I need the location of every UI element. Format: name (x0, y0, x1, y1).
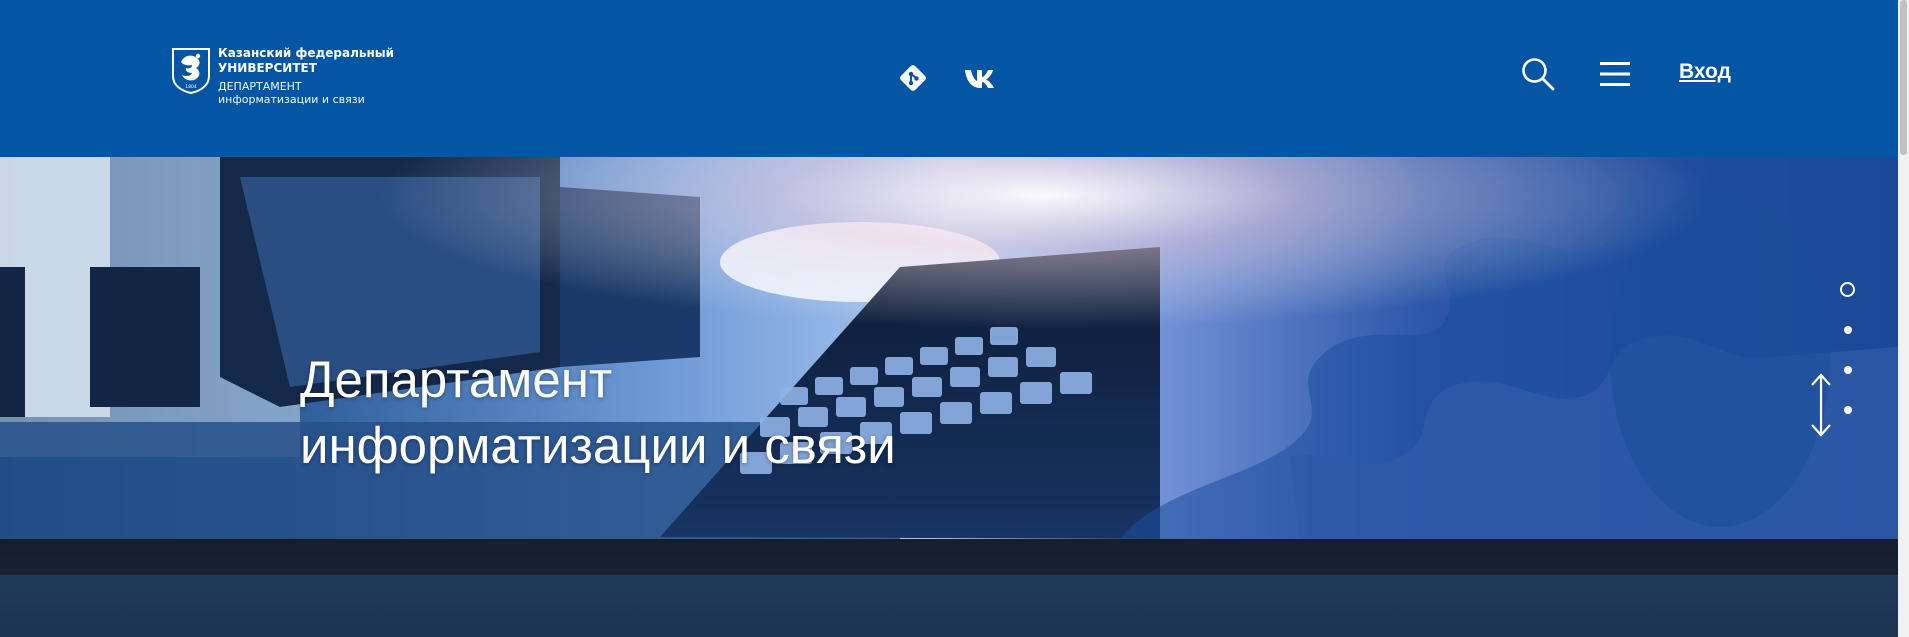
kfu-leopard-emblem-icon: 1804 (172, 48, 210, 94)
section-divider (0, 539, 1898, 575)
hero-background-image (0, 157, 1898, 539)
site-logo[interactable]: 1804 Казанский федеральный УНИВЕРСИТЕТ Д… (170, 46, 394, 110)
menu-button[interactable] (1597, 56, 1633, 92)
page-scrollbar[interactable] (1898, 0, 1909, 637)
logo-department-name: информатизации и связи (218, 93, 365, 106)
site-header: 1804 Казанский федеральный УНИВЕРСИТЕТ Д… (0, 0, 1898, 157)
logo-university-name: Казанский федеральный (218, 46, 395, 60)
slider-dot[interactable] (1844, 406, 1852, 414)
slider-dot-active[interactable] (1840, 282, 1855, 297)
git-link[interactable] (895, 62, 931, 94)
vk-icon (965, 70, 994, 88)
logo-university-word: УНИВЕРСИТЕТ (218, 61, 317, 75)
search-button[interactable] (1520, 56, 1556, 92)
scroll-arrows-icon[interactable] (1808, 372, 1834, 438)
hero-title-line1: Департамент (300, 351, 613, 408)
vk-link[interactable] (963, 62, 999, 94)
login-link[interactable]: Вход (1679, 60, 1731, 84)
hero-title-line2: информатизации и связи (300, 417, 896, 474)
hero-banner: Департамент информатизации и связи (0, 157, 1898, 539)
search-icon (1522, 58, 1555, 91)
logo-department-label: ДЕПАРТАМЕНТ (218, 80, 302, 93)
slider-dot[interactable] (1844, 366, 1852, 374)
hamburger-menu-icon (1600, 62, 1630, 86)
slider-pagination (1838, 280, 1862, 420)
svg-text:1804: 1804 (185, 84, 197, 90)
scrollbar-thumb[interactable] (1900, 0, 1907, 155)
git-icon (900, 65, 926, 91)
content-section-top (0, 539, 1898, 637)
hero-title: Департамент информатизации и связи (300, 347, 896, 479)
slider-dot[interactable] (1844, 326, 1852, 334)
